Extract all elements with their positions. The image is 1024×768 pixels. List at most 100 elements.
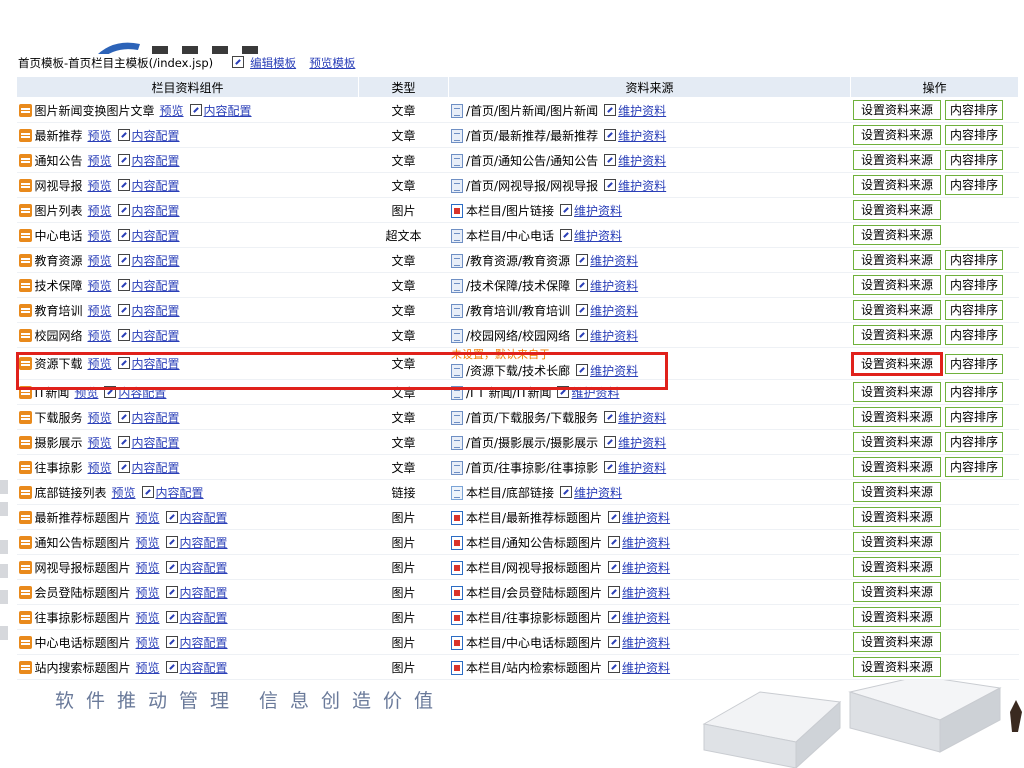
set-source-button[interactable]: 设置资料来源: [851, 351, 943, 376]
preview-link[interactable]: 预览: [88, 357, 112, 371]
set-source-button[interactable]: 设置资料来源: [853, 200, 941, 220]
content-config-link[interactable]: 内容配置: [132, 229, 180, 243]
content-config-link[interactable]: 内容配置: [132, 154, 180, 168]
content-config-link[interactable]: 内容配置: [180, 536, 228, 550]
preview-link[interactable]: 预览: [88, 254, 112, 268]
set-source-button[interactable]: 设置资料来源: [853, 100, 941, 120]
content-config-link[interactable]: 内容配置: [118, 386, 166, 400]
maintain-link[interactable]: 维护资料: [590, 329, 638, 343]
sort-content-button[interactable]: 内容排序: [945, 457, 1003, 477]
sort-content-button[interactable]: 内容排序: [945, 175, 1003, 195]
set-source-button[interactable]: 设置资料来源: [853, 275, 941, 295]
set-source-button[interactable]: 设置资料来源: [853, 407, 941, 427]
preview-link[interactable]: 预览: [88, 304, 112, 318]
content-config-link[interactable]: 内容配置: [180, 561, 228, 575]
preview-link[interactable]: 预览: [160, 104, 184, 118]
preview-link[interactable]: 预览: [136, 561, 160, 575]
set-source-button[interactable]: 设置资料来源: [853, 325, 941, 345]
maintain-link[interactable]: 维护资料: [618, 179, 666, 193]
set-source-button[interactable]: 设置资料来源: [853, 175, 941, 195]
content-config-link[interactable]: 内容配置: [132, 357, 180, 371]
content-config-link[interactable]: 内容配置: [132, 254, 180, 268]
content-config-link[interactable]: 内容配置: [132, 129, 180, 143]
sort-content-button[interactable]: 内容排序: [945, 300, 1003, 320]
preview-link[interactable]: 预览: [136, 611, 160, 625]
preview-link[interactable]: 预览: [88, 461, 112, 475]
sort-content-button[interactable]: 内容排序: [945, 150, 1003, 170]
maintain-link[interactable]: 维护资料: [590, 364, 638, 378]
content-config-link[interactable]: 内容配置: [180, 636, 228, 650]
preview-link[interactable]: 预览: [88, 204, 112, 218]
preview-link[interactable]: 预览: [136, 586, 160, 600]
maintain-link[interactable]: 维护资料: [622, 636, 670, 650]
maintain-link[interactable]: 维护资料: [622, 511, 670, 525]
content-config-link[interactable]: 内容配置: [180, 511, 228, 525]
maintain-link[interactable]: 维护资料: [574, 204, 622, 218]
content-config-link[interactable]: 内容配置: [132, 204, 180, 218]
set-source-button[interactable]: 设置资料来源: [853, 457, 941, 477]
maintain-link[interactable]: 维护资料: [618, 104, 666, 118]
maintain-link[interactable]: 维护资料: [622, 661, 670, 675]
sort-content-button[interactable]: 内容排序: [945, 432, 1003, 452]
maintain-link[interactable]: 维护资料: [618, 129, 666, 143]
maintain-link[interactable]: 维护资料: [590, 304, 638, 318]
content-config-link[interactable]: 内容配置: [132, 411, 180, 425]
preview-link[interactable]: 预览: [88, 436, 112, 450]
preview-link[interactable]: 预览: [88, 154, 112, 168]
maintain-link[interactable]: 维护资料: [590, 254, 638, 268]
set-source-button[interactable]: 设置资料来源: [853, 632, 941, 652]
maintain-link[interactable]: 维护资料: [622, 536, 670, 550]
sort-content-button[interactable]: 内容排序: [945, 275, 1003, 295]
set-source-button[interactable]: 设置资料来源: [853, 582, 941, 602]
preview-link[interactable]: 预览: [88, 129, 112, 143]
sort-content-button[interactable]: 内容排序: [945, 325, 1003, 345]
sort-content-button[interactable]: 内容排序: [945, 353, 1003, 374]
content-config-link[interactable]: 内容配置: [204, 104, 252, 118]
sort-content-button[interactable]: 内容排序: [945, 100, 1003, 120]
maintain-link[interactable]: 维护资料: [574, 486, 622, 500]
maintain-link[interactable]: 维护资料: [622, 561, 670, 575]
content-config-link[interactable]: 内容配置: [132, 461, 180, 475]
content-config-link[interactable]: 内容配置: [180, 611, 228, 625]
preview-link[interactable]: 预览: [136, 636, 160, 650]
content-config-link[interactable]: 内容配置: [132, 304, 180, 318]
content-config-link[interactable]: 内容配置: [180, 586, 228, 600]
maintain-link[interactable]: 维护资料: [622, 586, 670, 600]
set-source-button[interactable]: 设置资料来源: [853, 507, 941, 527]
content-config-link[interactable]: 内容配置: [156, 486, 204, 500]
sort-content-button[interactable]: 内容排序: [945, 250, 1003, 270]
set-source-button[interactable]: 设置资料来源: [853, 150, 941, 170]
maintain-link[interactable]: 维护资料: [571, 386, 619, 400]
preview-link[interactable]: 预览: [88, 229, 112, 243]
content-config-link[interactable]: 内容配置: [180, 661, 228, 675]
maintain-link[interactable]: 维护资料: [622, 611, 670, 625]
edit-template-link[interactable]: 编辑模板: [250, 56, 296, 70]
preview-link[interactable]: 预览: [88, 329, 112, 343]
preview-link[interactable]: 预览: [88, 179, 112, 193]
content-config-link[interactable]: 内容配置: [132, 436, 180, 450]
content-config-link[interactable]: 内容配置: [132, 179, 180, 193]
set-source-button[interactable]: 设置资料来源: [853, 125, 941, 145]
maintain-link[interactable]: 维护资料: [618, 411, 666, 425]
preview-link[interactable]: 预览: [136, 661, 160, 675]
maintain-link[interactable]: 维护资料: [590, 279, 638, 293]
preview-link[interactable]: 预览: [112, 486, 136, 500]
preview-link[interactable]: 预览: [136, 536, 160, 550]
content-config-link[interactable]: 内容配置: [132, 279, 180, 293]
set-source-button[interactable]: 设置资料来源: [853, 607, 941, 627]
set-source-button[interactable]: 设置资料来源: [853, 557, 941, 577]
set-source-button[interactable]: 设置资料来源: [853, 225, 941, 245]
set-source-button[interactable]: 设置资料来源: [853, 382, 941, 402]
sort-content-button[interactable]: 内容排序: [945, 125, 1003, 145]
maintain-link[interactable]: 维护资料: [618, 436, 666, 450]
sort-content-button[interactable]: 内容排序: [945, 407, 1003, 427]
sort-content-button[interactable]: 内容排序: [945, 382, 1003, 402]
set-source-button[interactable]: 设置资料来源: [853, 250, 941, 270]
maintain-link[interactable]: 维护资料: [618, 154, 666, 168]
preview-link[interactable]: 预览: [88, 279, 112, 293]
content-config-link[interactable]: 内容配置: [132, 329, 180, 343]
set-source-button[interactable]: 设置资料来源: [853, 532, 941, 552]
set-source-button[interactable]: 设置资料来源: [853, 482, 941, 502]
set-source-button[interactable]: 设置资料来源: [853, 432, 941, 452]
preview-link[interactable]: 预览: [136, 511, 160, 525]
